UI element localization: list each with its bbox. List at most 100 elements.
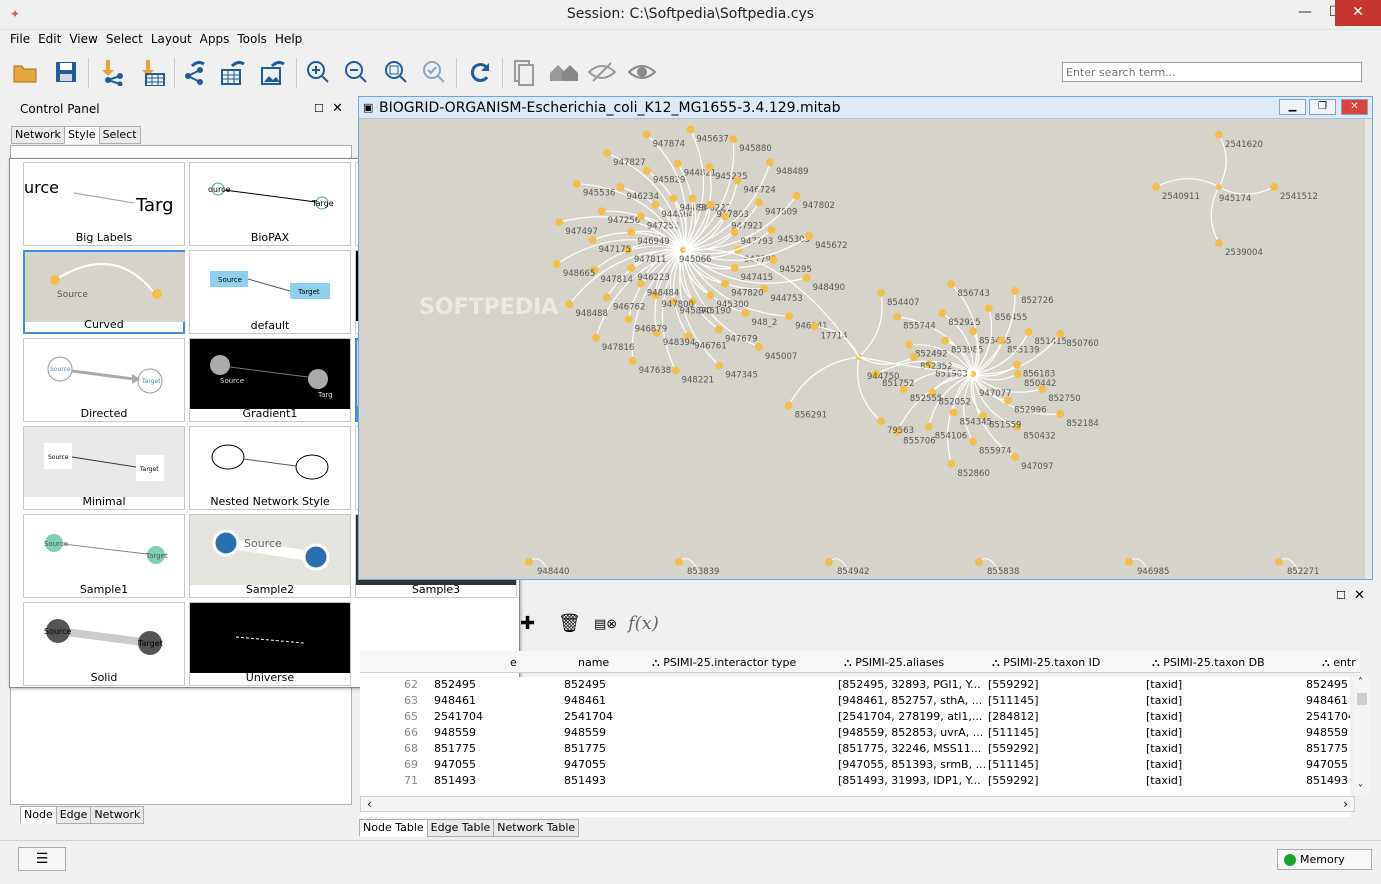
- network-node[interactable]: [730, 263, 739, 272]
- style-option-gradient1[interactable]: Source Targ Gradient1: [189, 338, 351, 422]
- table-row[interactable]: 66 948559 948559 [948559, 852853, uvrA, ...…: [360, 725, 1350, 741]
- style-option-default[interactable]: Source Target default: [189, 250, 351, 334]
- network-node[interactable]: [715, 325, 724, 334]
- network-node[interactable]: [1014, 370, 1022, 378]
- network-node[interactable]: [1024, 327, 1033, 336]
- column-header[interactable]: ⛬ PSIMI-25.taxon ID: [992, 656, 1100, 670]
- network-node[interactable]: [969, 327, 977, 336]
- network-node[interactable]: [947, 280, 956, 289]
- style-option-sample2[interactable]: Source Sample2: [189, 514, 351, 598]
- network-node[interactable]: [1275, 558, 1283, 566]
- scroll-down-icon[interactable]: ˅: [1358, 784, 1363, 795]
- network-node[interactable]: [730, 228, 739, 237]
- close-table-icon[interactable]: ✕: [1354, 588, 1365, 603]
- network-node[interactable]: [597, 207, 606, 216]
- float-panel-icon[interactable]: ☐: [314, 102, 324, 115]
- network-node[interactable]: [673, 159, 682, 168]
- network-node[interactable]: [947, 459, 956, 468]
- network-node[interactable]: [910, 353, 918, 361]
- tab-network[interactable]: Network: [11, 126, 65, 144]
- menu-layout[interactable]: Layout: [147, 32, 196, 46]
- network-node[interactable]: [805, 231, 814, 240]
- style-option-solid[interactable]: Source Target Solid: [23, 602, 185, 686]
- function-builder-icon[interactable]: f(x): [628, 613, 659, 634]
- network-canvas[interactable]: SOFTPEDIA9477929452959484909474159447539…: [359, 119, 1372, 579]
- tab-select[interactable]: Select: [98, 126, 141, 144]
- network-node[interactable]: [729, 135, 738, 144]
- column-header[interactable]: ⛬ PSIMI-25.interactor type: [652, 656, 796, 670]
- network-node[interactable]: [905, 340, 914, 349]
- network-node[interactable]: [705, 163, 714, 172]
- network-node[interactable]: [706, 291, 715, 300]
- network-node[interactable]: [755, 198, 764, 207]
- network-node[interactable]: [651, 200, 660, 209]
- network-node[interactable]: [669, 194, 678, 203]
- network-node[interactable]: [949, 408, 958, 417]
- vertical-scrollbar[interactable]: ˄ ˅: [1354, 677, 1370, 795]
- search-input[interactable]: [1062, 62, 1362, 82]
- network-node[interactable]: [642, 130, 651, 139]
- column-header[interactable]: name: [578, 656, 609, 669]
- network-node[interactable]: [616, 183, 625, 192]
- table-row[interactable]: 63 948461 948461 [948461, 852757, sthA, ...…: [360, 693, 1350, 709]
- network-node[interactable]: [636, 212, 645, 221]
- network-node[interactable]: [628, 356, 637, 365]
- network-node[interactable]: [555, 218, 564, 227]
- network-node[interactable]: [1270, 183, 1278, 191]
- network-node[interactable]: [1152, 183, 1160, 191]
- style-option-directed[interactable]: Source Target Directed: [23, 338, 185, 422]
- network-node[interactable]: [1056, 330, 1065, 339]
- zoom-in-icon[interactable]: [302, 56, 334, 88]
- view-close-button[interactable]: ✕: [1341, 99, 1368, 115]
- network-node[interactable]: [1038, 385, 1047, 394]
- export-image-icon[interactable]: [256, 56, 288, 88]
- network-node[interactable]: [1215, 239, 1223, 248]
- import-table-icon[interactable]: [136, 56, 168, 88]
- save-icon[interactable]: [50, 56, 82, 88]
- column-header[interactable]: ⛬ PSIMI-25.aliases: [844, 656, 944, 670]
- export-network-icon[interactable]: [178, 56, 210, 88]
- network-node[interactable]: [1011, 453, 1020, 462]
- view-minimize-button[interactable]: ▁: [1279, 99, 1306, 115]
- network-node[interactable]: [706, 200, 715, 209]
- menu-apps[interactable]: Apps: [196, 32, 234, 46]
- memory-button[interactable]: Memory: [1277, 849, 1372, 870]
- open-folder-icon[interactable]: [10, 56, 42, 88]
- network-node[interactable]: [721, 279, 730, 288]
- menu-tools[interactable]: Tools: [233, 32, 271, 46]
- network-node[interactable]: [602, 293, 611, 302]
- network-node[interactable]: [733, 176, 742, 185]
- task-list-button[interactable]: ☰: [18, 847, 66, 871]
- table-row[interactable]: 71 851493 851493 [851493, 31993, IDP1, Y...…: [360, 773, 1350, 789]
- menu-select[interactable]: Select: [102, 32, 147, 46]
- float-table-icon[interactable]: ☐: [1336, 589, 1346, 602]
- network-node[interactable]: [624, 315, 633, 324]
- tab-edge[interactable]: Edge: [55, 806, 92, 824]
- delete-column-icon[interactable]: 🗑: [558, 613, 581, 634]
- style-option-minimal[interactable]: Source Target Minimal: [23, 426, 185, 510]
- scroll-right-icon[interactable]: ›: [1343, 797, 1348, 811]
- close-panel-icon[interactable]: ✕: [332, 101, 343, 116]
- network-node[interactable]: [975, 558, 983, 566]
- tab-node-table[interactable]: Node Table: [359, 819, 428, 837]
- network-node[interactable]: [969, 437, 977, 446]
- network-node[interactable]: [785, 312, 794, 321]
- network-node[interactable]: [997, 336, 1006, 345]
- network-node[interactable]: [893, 312, 902, 321]
- network-node[interactable]: [591, 333, 600, 342]
- network-node[interactable]: [924, 422, 933, 431]
- column-header[interactable]: ⛬ PSIMI-25.taxon DB: [1152, 656, 1265, 670]
- zoom-fit-icon[interactable]: [380, 56, 412, 88]
- style-option-big-labels[interactable]: urce Targ Big Labels: [23, 162, 185, 246]
- network-node[interactable]: [1125, 558, 1133, 566]
- tab-network-table[interactable]: Network Table: [493, 819, 580, 837]
- column-header[interactable]: ⛬ entr: [1322, 656, 1356, 670]
- table-row[interactable]: 62 852495 852495 [852495, 32893, PGI1, Y...…: [360, 677, 1350, 693]
- horizontal-scrollbar[interactable]: ‹ ›: [360, 796, 1355, 812]
- tab-edge-table[interactable]: Edge Table: [426, 819, 495, 837]
- network-node[interactable]: [1012, 360, 1021, 369]
- style-option-biopax[interactable]: ource Targe BioPAX: [189, 162, 351, 246]
- home-icon[interactable]: [548, 56, 580, 88]
- network-node[interactable]: [792, 191, 801, 200]
- network-node[interactable]: [825, 558, 833, 566]
